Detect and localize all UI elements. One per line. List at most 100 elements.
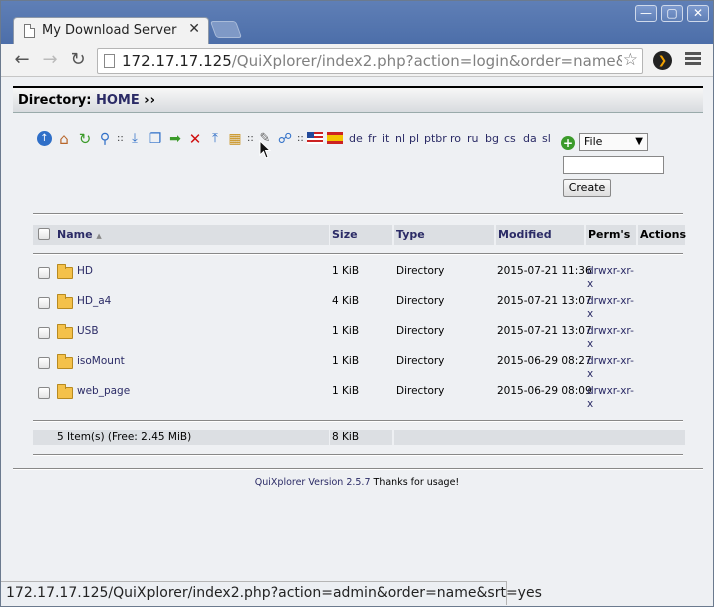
folder-icon: [57, 294, 73, 309]
header-actions: Actions: [638, 225, 686, 245]
product-version-link[interactable]: QuiXplorer Version 2.5.7: [255, 477, 371, 488]
row-checkbox[interactable]: [38, 327, 50, 339]
header-type[interactable]: Type: [394, 225, 494, 245]
table-row: HD_a4 4 KiB Directory 2015-07-21 13:07 d…: [33, 294, 685, 325]
divider: [13, 468, 703, 470]
folder-icon: [57, 324, 73, 339]
file-modified: 2015-06-29 08:27: [497, 355, 592, 367]
link-icon[interactable]: ☍: [277, 131, 293, 147]
file-perms-link[interactable]: drwxr-xr-x: [587, 385, 639, 411]
header-select-cell: [33, 225, 55, 245]
select-all-checkbox[interactable]: [38, 228, 50, 240]
folder-icon: [57, 384, 73, 399]
lang-ro[interactable]: ro: [450, 131, 461, 147]
file-perms-link[interactable]: drwxr-xr-x: [587, 325, 639, 351]
url-text[interactable]: 172.17.17.125/QuiXplorer/index2.php?acti…: [122, 52, 622, 70]
url-path: /QuiXplorer/index2.php?action=login&orde…: [231, 52, 622, 70]
file-size: 1 KiB: [332, 385, 360, 397]
file-name-link[interactable]: HD_a4: [77, 295, 111, 308]
footer-filler: [394, 430, 685, 445]
row-checkbox[interactable]: [38, 267, 50, 279]
file-name-link[interactable]: HD: [77, 265, 93, 278]
header-name-label: Name: [57, 228, 93, 241]
file-perms-link[interactable]: drwxr-xr-x: [587, 265, 639, 291]
file-modified: 2015-07-21 11:36: [497, 265, 592, 277]
lang-cs[interactable]: cs: [504, 131, 516, 147]
address-bar[interactable]: 172.17.17.125/QuiXplorer/index2.php?acti…: [97, 48, 643, 74]
item-count-summary: 5 Item(s) (Free: 2.45 MiB): [55, 430, 329, 445]
file-perms-link[interactable]: drwxr-xr-x: [587, 295, 639, 321]
file-perms-link[interactable]: drwxr-xr-x: [587, 355, 639, 381]
create-name-input[interactable]: [563, 156, 664, 174]
divider: [33, 213, 683, 215]
lang-da[interactable]: da: [523, 131, 537, 147]
file-size: 1 KiB: [332, 325, 360, 337]
row-checkbox[interactable]: [38, 357, 50, 369]
file-type: Directory: [396, 325, 445, 337]
file-size: 1 KiB: [332, 265, 360, 277]
browser-tab[interactable]: My Download Server ✕: [13, 17, 209, 45]
lang-ru[interactable]: ru: [467, 131, 479, 147]
new-tab-button[interactable]: [209, 21, 243, 38]
sort-asc-icon: ▲: [96, 232, 102, 240]
create-type-select[interactable]: File ▼: [579, 133, 648, 151]
header-size[interactable]: Size: [330, 225, 392, 245]
divider: [33, 420, 683, 422]
separator: ::: [247, 133, 254, 144]
header-perms: Perm's: [586, 225, 636, 245]
lang-bg[interactable]: bg: [485, 131, 499, 147]
plex-extension-icon[interactable]: ❯: [653, 51, 672, 70]
tab-close-icon[interactable]: ✕: [188, 21, 200, 37]
file-modified: 2015-06-29 08:09: [497, 385, 592, 397]
page-footer: QuiXplorer Version 2.5.7 Thanks for usag…: [1, 477, 713, 488]
minimize-button[interactable]: —: [635, 5, 657, 22]
up-arrow-icon[interactable]: ↑: [37, 131, 52, 146]
file-size: 4 KiB: [332, 295, 360, 307]
file-modified: 2015-07-21 13:07: [497, 325, 592, 337]
search-icon[interactable]: ⚲: [97, 131, 113, 147]
lang-nl[interactable]: nl: [395, 131, 405, 147]
maximize-button[interactable]: ▢: [661, 5, 683, 22]
file-name-link[interactable]: USB: [77, 325, 99, 338]
close-window-button[interactable]: ✕: [687, 5, 709, 22]
row-checkbox[interactable]: [38, 297, 50, 309]
move-icon[interactable]: ➡: [167, 131, 183, 147]
file-type: Directory: [396, 265, 445, 277]
home-icon[interactable]: ⌂: [56, 131, 72, 147]
create-button[interactable]: Create: [563, 179, 611, 197]
forward-arrow-icon[interactable]: →: [39, 49, 61, 71]
flag-es-icon[interactable]: [327, 132, 343, 144]
file-name-link[interactable]: isoMount: [77, 355, 125, 368]
header-modified[interactable]: Modified: [496, 225, 584, 245]
back-arrow-icon[interactable]: ←: [11, 49, 33, 71]
file-type: Directory: [396, 355, 445, 367]
header-name[interactable]: Name ▲: [55, 225, 329, 245]
upload-icon[interactable]: ⤒: [207, 131, 223, 147]
archive-icon[interactable]: ▦: [227, 131, 243, 147]
directory-path[interactable]: HOME: [96, 93, 140, 108]
lang-sl[interactable]: sl: [542, 131, 551, 147]
browser-window: My Download Server ✕ — ▢ ✕ ← → ↻ 172.17.…: [0, 0, 714, 607]
menu-icon[interactable]: [685, 52, 701, 68]
row-checkbox[interactable]: [38, 387, 50, 399]
file-size: 1 KiB: [332, 355, 360, 367]
chevron-down-icon: ▼: [635, 136, 643, 147]
flag-us-icon[interactable]: [307, 132, 323, 144]
footer-spacer: [33, 430, 55, 445]
tab-title: My Download Server: [42, 23, 177, 38]
reload-icon[interactable]: ↻: [67, 49, 89, 71]
lang-pl[interactable]: pl: [409, 131, 419, 147]
lang-de[interactable]: de: [349, 131, 363, 147]
lang-it[interactable]: it: [382, 131, 389, 147]
copy-icon[interactable]: ❐: [147, 131, 163, 147]
separator: ::: [117, 133, 124, 144]
delete-icon[interactable]: ✕: [187, 131, 203, 147]
page-icon: [104, 54, 115, 68]
reload-icon[interactable]: ↻: [77, 131, 93, 147]
file-name-link[interactable]: web_page: [77, 385, 130, 398]
page-content: Directory: HOME ›› ↑ ⌂ ↻ ⚲ :: ⤓ ❐ ➡ ✕ ⤒ …: [1, 78, 713, 606]
lang-ptbr[interactable]: ptbr: [424, 131, 447, 147]
bookmark-star-icon[interactable]: ☆: [623, 50, 638, 70]
download-icon[interactable]: ⤓: [127, 131, 143, 147]
lang-fr[interactable]: fr: [368, 131, 376, 147]
